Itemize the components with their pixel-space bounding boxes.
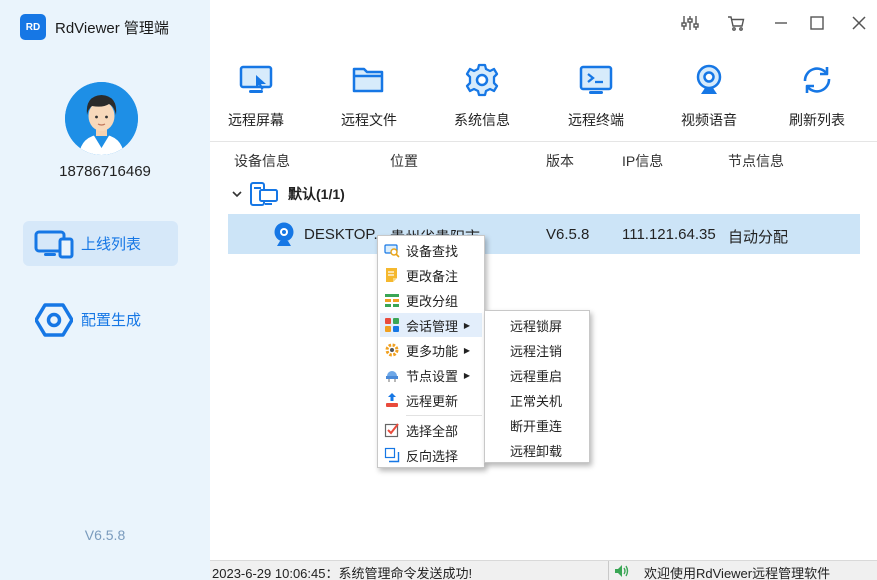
menu-separator — [406, 415, 482, 416]
toolbar-label: 远程屏幕 — [228, 112, 284, 128]
system-info-button[interactable]: 系统信息 — [437, 62, 527, 130]
menu-item-label: 反向选择 — [406, 448, 459, 464]
divider — [210, 141, 877, 142]
column-header-location[interactable]: 位置 — [390, 151, 418, 171]
user-phone: 18786716469 — [59, 163, 151, 180]
submenu-arrow-icon: ▶ — [463, 345, 470, 355]
minimize-icon[interactable] — [770, 12, 792, 34]
device-name-cell: DESKTOP... — [304, 226, 386, 243]
invert-selection-icon — [380, 447, 404, 463]
column-header-device[interactable]: 设备信息 — [234, 151, 290, 171]
refresh-icon — [772, 62, 862, 98]
menu-item-more-functions[interactable]: 更多功能 ▶ — [380, 338, 482, 362]
refresh-list-button[interactable]: 刷新列表 — [772, 62, 862, 130]
group-computer-icon — [250, 181, 278, 207]
menu-item-change-group[interactable]: 更改分组 — [380, 288, 482, 312]
menu-item-label: 远程更新 — [406, 393, 459, 409]
submenu-arrow-icon: ▶ — [463, 320, 470, 330]
sidebar-item-label: 上线列表 — [81, 236, 142, 253]
app-title: RdViewer 管理端 — [55, 19, 169, 37]
status-bar: 2023-6-29 10:06:45：系统管理命令发送成功! 欢迎使用RdVie… — [210, 560, 877, 580]
menu-item-select-all[interactable]: 选择全部 — [380, 418, 482, 442]
sidebar: RD RdViewer 管理端 18786716469 上线列表 配置生成 V6… — [0, 0, 210, 580]
cart-icon[interactable] — [725, 12, 747, 34]
folder-icon — [324, 62, 414, 98]
remote-files-button[interactable]: 远程文件 — [324, 62, 414, 130]
submenu-item-normal-shutdown[interactable]: 正常关机 — [485, 388, 589, 412]
group-label: 默认(1/1) — [288, 186, 345, 202]
note-icon — [380, 267, 404, 283]
menu-item-node-settings[interactable]: 节点设置 ▶ — [380, 363, 482, 387]
toolbar-label: 远程终端 — [568, 112, 624, 128]
select-all-icon — [380, 422, 404, 438]
remote-screen-button[interactable]: 远程屏幕 — [211, 62, 301, 130]
menu-item-label: 会话管理 — [406, 318, 459, 334]
webcam-status-icon — [272, 221, 296, 250]
more-functions-icon — [380, 342, 404, 358]
remote-update-icon — [380, 392, 404, 408]
speaker-icon — [614, 563, 630, 580]
menu-item-label: 更改分组 — [406, 293, 459, 309]
submenu-arrow-icon: ▶ — [463, 370, 470, 380]
monitor-icon — [31, 226, 77, 262]
menu-item-label: 选择全部 — [406, 423, 459, 439]
sidebar-item-online-list[interactable]: 上线列表 — [23, 221, 178, 266]
status-divider — [608, 561, 609, 580]
toolbar-label: 刷新列表 — [789, 112, 845, 128]
video-voice-button[interactable]: 视频语音 — [664, 62, 754, 130]
menu-item-remote-update[interactable]: 远程更新 — [380, 388, 482, 412]
submenu-item-remote-uninstall[interactable]: 远程卸载 — [485, 438, 589, 462]
menu-item-session-management[interactable]: 会话管理 ▶ — [380, 313, 482, 337]
submenu-item-remote-restart[interactable]: 远程重启 — [485, 363, 589, 387]
toolbar-label: 系统信息 — [454, 112, 510, 128]
settings-sliders-icon[interactable] — [679, 12, 701, 34]
hexagon-icon — [31, 302, 77, 338]
column-header-node[interactable]: 节点信息 — [728, 151, 784, 171]
webcam-icon — [664, 62, 754, 98]
terminal-icon — [551, 62, 641, 98]
app-logo: RD RdViewer 管理端 — [20, 14, 169, 40]
close-icon[interactable] — [848, 12, 870, 34]
context-menu: 设备查找 更改备注 更改分组 会话管理 ▶ 更多功能 ▶ 节点设置 ▶ 远程更新… — [377, 235, 485, 468]
status-message: 2023-6-29 10:06:45：系统管理命令发送成功! — [212, 566, 473, 580]
menu-item-change-note[interactable]: 更改备注 — [380, 263, 482, 287]
app-badge: RD — [20, 14, 46, 40]
menu-item-invert-selection[interactable]: 反向选择 — [380, 443, 482, 467]
group-default[interactable]: 默认(1/1) — [232, 181, 345, 207]
maximize-icon[interactable] — [806, 12, 828, 34]
sidebar-item-label: 配置生成 — [81, 312, 142, 329]
group-icon — [380, 292, 404, 308]
menu-item-label: 更多功能 — [406, 343, 459, 359]
version-cell: V6.5.8 — [546, 226, 590, 243]
node-settings-icon — [380, 367, 404, 383]
column-header-version[interactable]: 版本 — [546, 151, 574, 171]
search-device-icon — [380, 242, 404, 258]
app-version: V6.5.8 — [84, 527, 126, 543]
menu-item-label: 更改备注 — [406, 268, 459, 284]
session-submenu: 远程锁屏 远程注销 远程重启 正常关机 断开重连 远程卸载 — [484, 310, 590, 463]
submenu-item-remote-lock[interactable]: 远程锁屏 — [485, 313, 589, 337]
chevron-down-icon[interactable] — [232, 187, 242, 202]
avatar[interactable] — [65, 82, 138, 155]
node-cell: 自动分配 — [728, 229, 789, 246]
column-header-ip[interactable]: IP信息 — [622, 151, 663, 171]
gear-icon — [437, 62, 527, 98]
menu-item-device-search[interactable]: 设备查找 — [380, 238, 482, 262]
toolbar-label: 视频语音 — [681, 112, 737, 128]
remote-terminal-button[interactable]: 远程终端 — [551, 62, 641, 130]
status-welcome: 欢迎使用RdViewer远程管理软件 — [644, 566, 831, 580]
remote-screen-icon — [211, 62, 301, 98]
submenu-item-remote-logoff[interactable]: 远程注销 — [485, 338, 589, 362]
submenu-item-reconnect[interactable]: 断开重连 — [485, 413, 589, 437]
sidebar-item-config-generate[interactable]: 配置生成 — [23, 297, 178, 342]
session-icon — [380, 317, 404, 333]
toolbar-label: 远程文件 — [341, 112, 397, 128]
menu-item-label: 设备查找 — [406, 243, 459, 259]
ip-cell: 111.121.64.35 — [622, 226, 716, 243]
menu-item-label: 节点设置 — [406, 368, 459, 384]
